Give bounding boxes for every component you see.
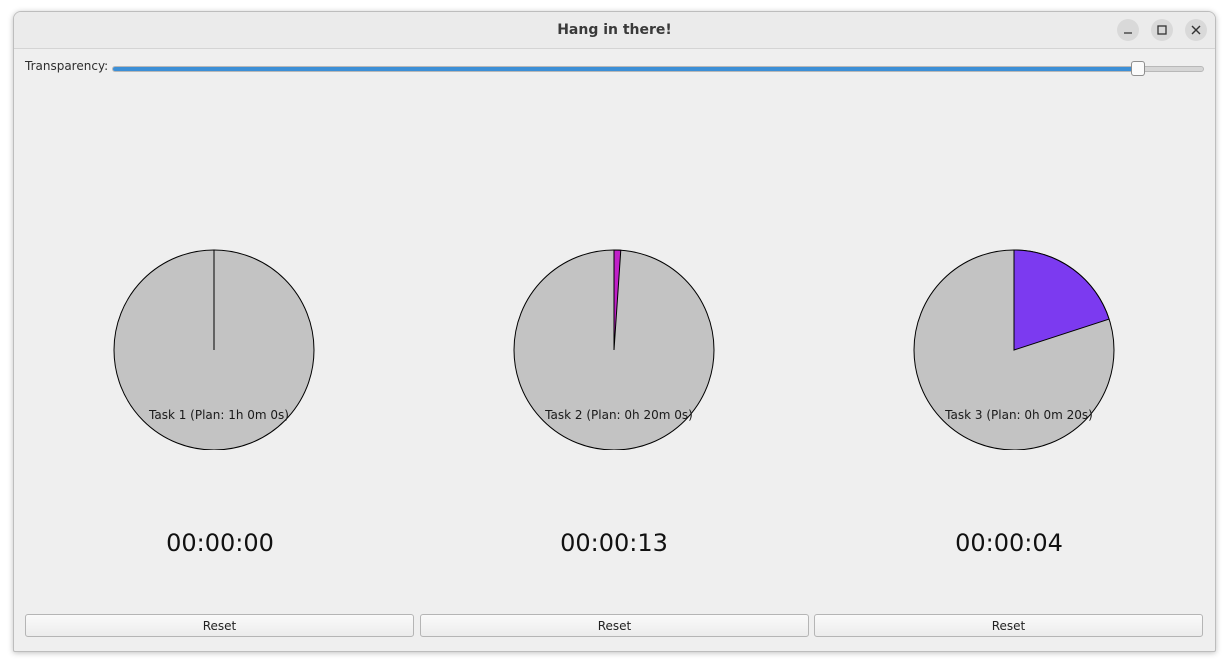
task-3-timer: 00:00:04 <box>955 529 1063 557</box>
task-1-timer: 00:00:00 <box>166 529 274 557</box>
task-2-reset-button[interactable]: Reset <box>420 614 809 637</box>
task-3-reset-button[interactable]: Reset <box>814 614 1203 637</box>
task-pie-charts: Task 1 (Plan: 1h 0m 0s) Task 2 (Plan: 0h … <box>113 249 1115 450</box>
maximize-icon <box>1157 25 1167 35</box>
window-title: Hang in there! <box>557 22 672 38</box>
transparency-label: Transparency: <box>25 59 109 73</box>
task-1-label: Task 1 (Plan: 1h 0m 0s) <box>148 408 289 422</box>
maximize-button[interactable] <box>1151 19 1173 41</box>
task-1-reset-button[interactable]: Reset <box>25 614 414 637</box>
task-2-label: Task 2 (Plan: 0h 20m 0s) <box>544 408 693 422</box>
minimize-button[interactable] <box>1117 19 1139 41</box>
transparency-slider[interactable] <box>112 66 1204 72</box>
minimize-icon <box>1124 32 1132 34</box>
close-button[interactable] <box>1185 19 1207 41</box>
app-window: Hang in there! Transparency: Task 1 (Pla… <box>13 11 1216 652</box>
close-icon <box>1191 25 1201 35</box>
transparency-row: Transparency: <box>14 49 1215 87</box>
task-1-pie: Task 1 (Plan: 1h 0m 0s) <box>113 249 315 450</box>
task-2-timer: 00:00:13 <box>560 529 668 557</box>
title-bar[interactable]: Hang in there! <box>14 12 1215 49</box>
task-2-pie: Task 2 (Plan: 0h 20m 0s) <box>513 249 715 450</box>
transparency-slider-fill <box>113 67 1138 71</box>
task-3-pie: Task 3 (Plan: 0h 0m 20s) <box>913 249 1115 450</box>
transparency-slider-handle[interactable] <box>1130 61 1145 76</box>
task-3-label: Task 3 (Plan: 0h 0m 20s) <box>944 408 1093 422</box>
